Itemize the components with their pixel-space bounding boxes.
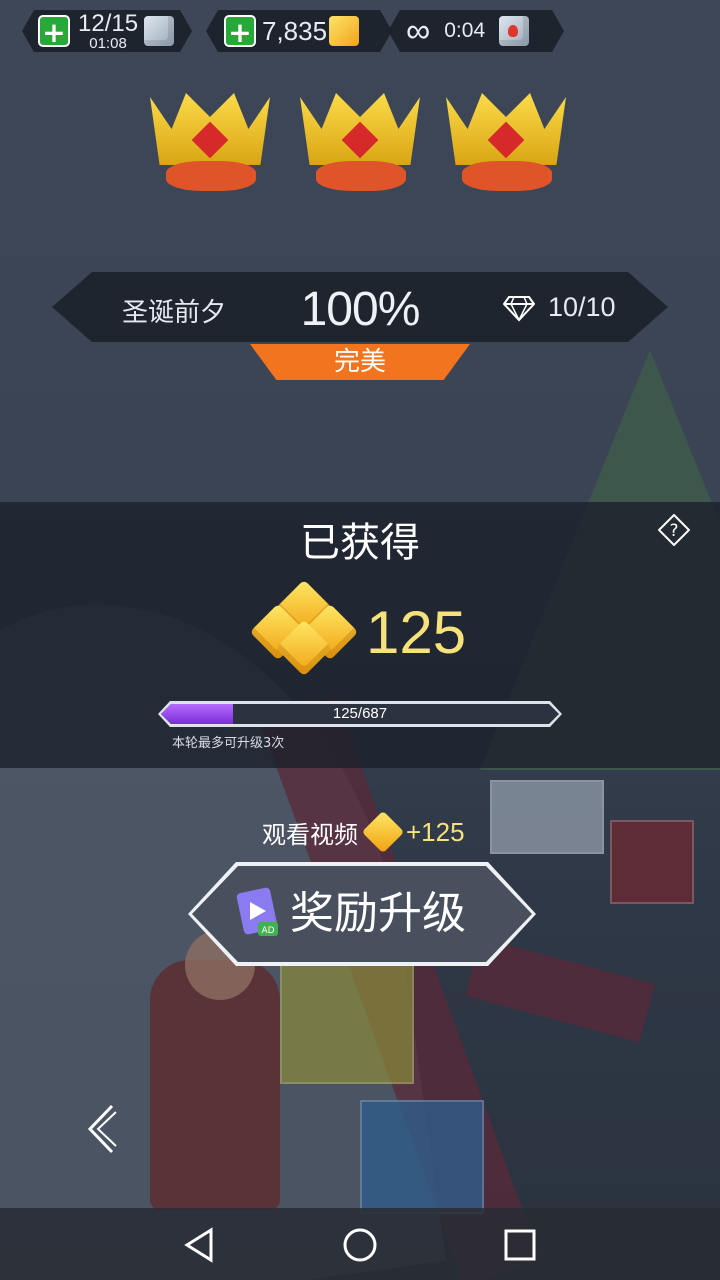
gift-box: [490, 780, 604, 854]
help-icon[interactable]: ?: [658, 514, 690, 546]
lives-timer: 01:08: [89, 34, 127, 52]
upgrade-progress-bar: 125/687: [158, 701, 562, 727]
watch-video-label: 观看视频: [262, 820, 358, 849]
heart-cube-icon: [499, 16, 529, 46]
gift-box: [610, 820, 694, 904]
ice-cube-icon: [144, 16, 174, 46]
add-lives-button[interactable]: +: [38, 15, 70, 47]
video-ad-icon: AD: [236, 887, 278, 936]
diamond-icon: [503, 296, 535, 322]
gold-cube-icon: [361, 810, 405, 854]
earned-title: 已获得: [300, 520, 420, 566]
back-triangle-icon[interactable]: [181, 1226, 219, 1264]
infinity-icon: ∞: [406, 11, 431, 50]
ad-badge: AD: [261, 926, 274, 936]
add-gems-button[interactable]: +: [224, 15, 256, 47]
rank-label: 完美: [333, 347, 386, 377]
svg-text:?: ?: [669, 521, 678, 541]
crown-icon: [446, 85, 566, 200]
gold-cube-icon: [329, 16, 359, 46]
gems-counter: + 7,835: [206, 10, 392, 52]
crowns-row: [150, 85, 570, 205]
video-reward-line: 观看视频 +125: [262, 810, 465, 854]
diamond-count: 10/10: [548, 292, 616, 322]
reward-upgrade-label: 奖励升级: [290, 888, 466, 939]
lives-counter: + 12/15 01:08: [22, 10, 192, 52]
crown-icon: [300, 85, 420, 200]
earned-amount: 125: [366, 599, 467, 666]
infinite-timer: 0:04: [444, 19, 486, 42]
lives-count: 12/15: [78, 9, 139, 37]
upgrade-limit-note: 本轮最多可升级3次: [172, 736, 285, 751]
video-reward-amount: +125: [406, 816, 465, 847]
back-chevron-icon[interactable]: [82, 1104, 122, 1154]
home-circle-icon[interactable]: [341, 1226, 379, 1264]
gift-box: [360, 1100, 484, 1214]
infinite-lives-timer: ∞ 0:04: [388, 10, 564, 52]
recents-square-icon[interactable]: [501, 1226, 539, 1264]
gems-count: 7,835: [262, 15, 328, 46]
gold-cubes-icon: [249, 579, 359, 677]
system-navigation-bar: [0, 1208, 720, 1280]
crown-icon: [150, 85, 270, 200]
resource-bar: + 12/15 01:08 + 7,835 ∞ 0:04: [22, 10, 720, 52]
progress-text: 125/687: [332, 705, 388, 722]
